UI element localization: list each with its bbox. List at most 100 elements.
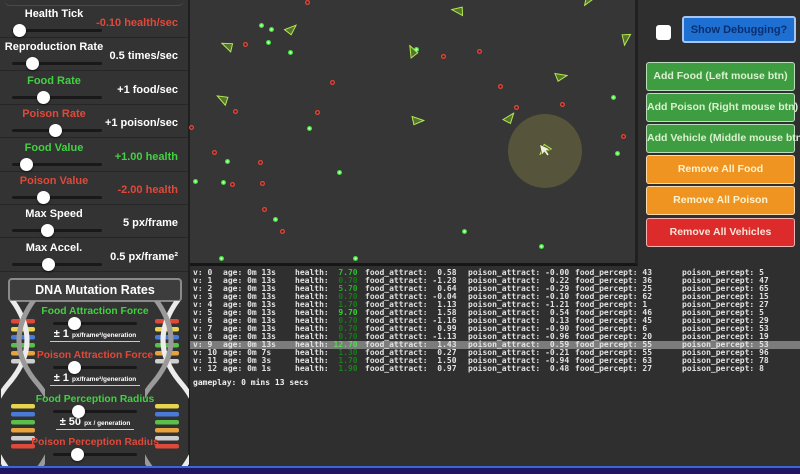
food-dot xyxy=(259,23,264,28)
slider-value: 0.5 times/sec xyxy=(110,50,179,62)
slider-label: Reproduction Rate xyxy=(2,41,106,53)
poison-value-group: Poison Value -2.00 health xyxy=(0,171,188,205)
health-tick-slider[interactable] xyxy=(12,29,102,32)
poison-dot xyxy=(189,125,194,130)
remove-all-poison-button[interactable]: Remove All Poison xyxy=(646,186,795,215)
food-dot xyxy=(269,27,274,32)
poison-attraction-force-group: Poison Attraction Force ± 1 px/frame²/gen… xyxy=(30,350,160,386)
slider-handle[interactable] xyxy=(26,57,39,70)
slider-label: Food Perception Radius xyxy=(36,394,154,406)
slider-value: -0.10 health/sec xyxy=(96,17,178,29)
slider-handle[interactable] xyxy=(37,191,50,204)
slider-label: Poison Perception Radius xyxy=(31,437,159,449)
poison-dot xyxy=(330,80,335,85)
food-rate-slider[interactable] xyxy=(12,96,102,99)
slider-handle[interactable] xyxy=(68,317,81,330)
reproduction-rate-group: Reproduction Rate 0.5 times/sec xyxy=(0,37,188,71)
poison-dot xyxy=(212,150,217,155)
slider-handle[interactable] xyxy=(71,448,84,461)
add-vehicle-middle-mouse-btn-button[interactable]: Add Vehicle (Middle mouse btn) xyxy=(646,124,795,153)
food-dot xyxy=(288,50,293,55)
add-food-left-mouse-btn-button[interactable]: Add Food (Left mouse btn) xyxy=(646,62,795,91)
poison-perception-radius-slider[interactable] xyxy=(53,453,137,456)
vehicle-row: v: 12age: 0m 1shealth: 1.90food_attract:… xyxy=(190,365,800,373)
poison-dot xyxy=(260,181,265,186)
slider-label: Poison Value xyxy=(2,175,106,187)
food-rate-group: Food Rate +1 food/sec xyxy=(0,71,188,105)
vehicle-stats-table: v: 0age: 0m 13shealth: 7.70food_attract:… xyxy=(190,269,800,373)
food-dot xyxy=(353,256,358,261)
food-dot xyxy=(307,126,312,131)
slider-handle[interactable] xyxy=(13,24,26,37)
vehicle-icon xyxy=(212,93,229,109)
slider-value: 5 px/frame xyxy=(123,217,178,229)
vehicle-icon xyxy=(217,40,234,56)
slider-value: 0.5 px/frame² xyxy=(110,251,178,263)
remove-all-vehicles-button[interactable]: Remove All Vehicles xyxy=(646,218,795,247)
slider-handle[interactable] xyxy=(20,158,33,171)
food-perception-radius-group: Food Perception Radius ± 50 px / generati… xyxy=(30,394,160,430)
poison-dot xyxy=(621,134,626,139)
table-cell: poison_percept: 8 xyxy=(682,365,764,373)
remove-all-food-button[interactable]: Remove All Food xyxy=(646,155,795,184)
max-speed-slider[interactable] xyxy=(12,229,102,232)
mutation-unit-label: px/frame²/generation xyxy=(72,376,136,383)
slider-label: Health Tick xyxy=(2,8,106,20)
food-dot xyxy=(273,217,278,222)
food-value-group: Food Value+1.00 health xyxy=(0,138,188,172)
food-value-slider[interactable] xyxy=(12,163,102,166)
food-dot xyxy=(193,179,198,184)
show-debugging-button[interactable]: Show Debugging? xyxy=(682,16,796,43)
reproduction-rate-slider[interactable] xyxy=(12,62,102,65)
slider-handle[interactable] xyxy=(37,91,50,104)
slider-handle[interactable] xyxy=(49,124,62,137)
vehicle-icon xyxy=(403,44,417,61)
mutation-unit-label: px / generation xyxy=(84,420,130,427)
food-dot xyxy=(615,151,620,156)
food-dot xyxy=(221,180,226,185)
slider-handle[interactable] xyxy=(42,258,55,271)
poison-attraction-force-slider[interactable] xyxy=(53,366,137,369)
slider-label: Max Speed xyxy=(2,208,106,220)
poison-dot xyxy=(230,182,235,187)
food-attraction-force-group: Food Attraction Force± 1 px/frame²/gener… xyxy=(30,306,160,342)
slider-value: +1 food/sec xyxy=(117,84,178,96)
poison-dot xyxy=(477,49,482,54)
slider-handle[interactable] xyxy=(68,361,81,374)
gameplay-timer: gameplay: 0 mins 13 secs xyxy=(193,378,309,387)
max-accel-slider[interactable] xyxy=(12,263,102,266)
food-dot xyxy=(611,95,616,100)
vehicle-icon xyxy=(281,19,298,35)
slider-label: Food Rate xyxy=(2,75,106,87)
food-attraction-force-slider[interactable] xyxy=(53,322,137,325)
mutation-unit-label: px/frame²/generation xyxy=(72,332,136,339)
slider-handle[interactable] xyxy=(41,224,54,237)
food-dot xyxy=(539,244,544,249)
actions-panel: Show Debugging? Add Food (Left mouse btn… xyxy=(638,0,800,474)
slider-label: Food Attraction Force xyxy=(41,306,148,318)
table-cell: food_percept: 27 xyxy=(575,365,652,373)
simulation-canvas[interactable] xyxy=(190,0,638,266)
poison-rate-slider[interactable] xyxy=(12,129,102,132)
slider-label: Max Accel. xyxy=(2,242,106,254)
dna-mutation-rates-header: DNA Mutation Rates xyxy=(8,278,182,302)
poison-dot xyxy=(262,207,267,212)
table-cell: food_attract: 0.97 xyxy=(365,365,457,373)
food-dot xyxy=(337,170,342,175)
slider-value: -2.00 health xyxy=(117,184,178,196)
table-cell: health: 1.90 xyxy=(295,365,358,373)
poison-value-slider[interactable] xyxy=(12,196,102,199)
add-poison-right-mouse-btn-button[interactable]: Add Poison (Right mouse btn) xyxy=(646,93,795,122)
mutation-amount-label: ± 1 px/frame²/generation xyxy=(50,372,141,386)
food-perception-radius-slider[interactable] xyxy=(53,410,137,413)
mutation-amount-label: ± 50 px / generation xyxy=(56,416,135,430)
show-debugging-checkbox[interactable] xyxy=(656,25,671,40)
slider-label: Poison Attraction Force xyxy=(37,350,153,362)
settings-sidebar: Health Tick-0.10 health/sec Reproduction … xyxy=(0,0,190,474)
table-cell: age: 0m 1s xyxy=(223,365,271,373)
vehicle-icon xyxy=(621,32,634,48)
slider-value: +1.00 health xyxy=(115,151,178,163)
food-dot xyxy=(266,40,271,45)
poison-perception-radius-group: Poison Perception Radius xyxy=(30,437,160,456)
poison-dot xyxy=(233,109,238,114)
